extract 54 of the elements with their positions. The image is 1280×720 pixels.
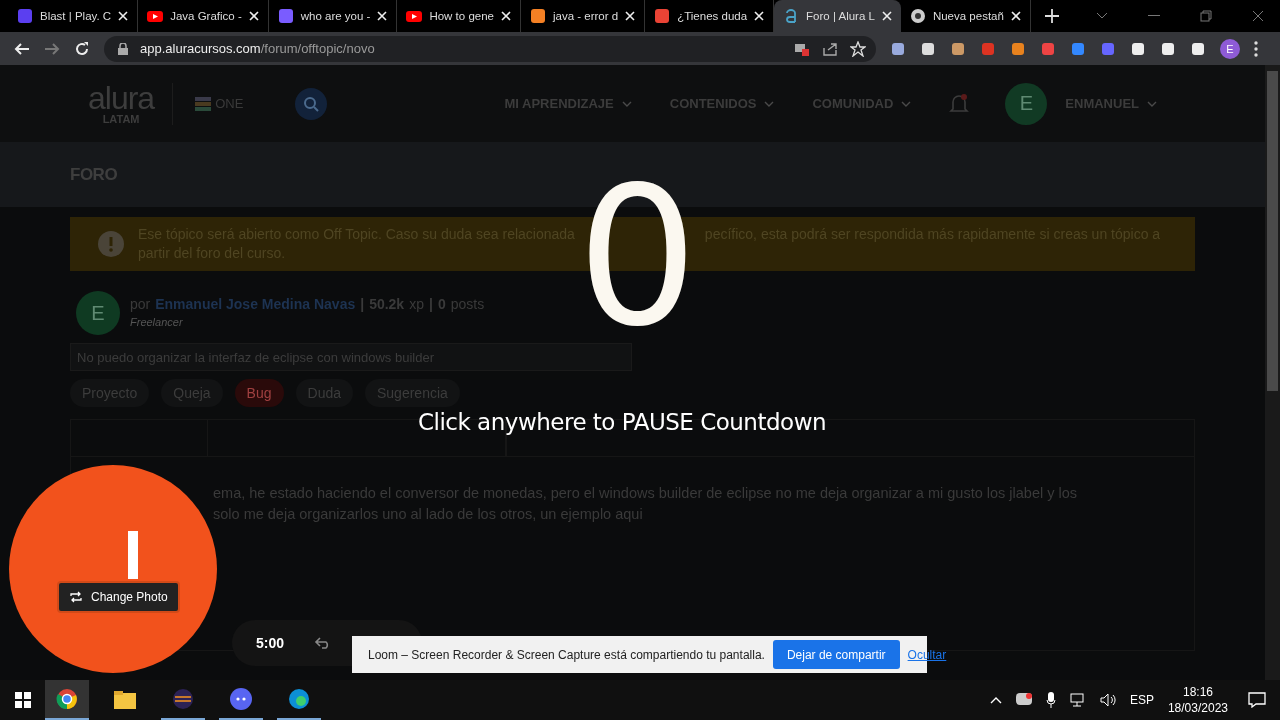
separator: | [360, 296, 365, 312]
site-icon [909, 8, 926, 24]
camera-off-icon[interactable] [794, 41, 810, 56]
microphone-icon[interactable] [1045, 692, 1056, 708]
restore-icon[interactable] [1200, 10, 1212, 22]
minimize-icon[interactable] [1148, 15, 1160, 17]
site-icon [530, 8, 546, 24]
separator: | [428, 296, 433, 312]
new-tab-icon[interactable] [1044, 9, 1059, 23]
change-photo-button[interactable]: Change Photo [57, 581, 180, 613]
lock-icon [118, 42, 128, 55]
swap-icon [69, 591, 83, 603]
countdown-number: 0 [577, 173, 698, 343]
warning-icon [98, 231, 124, 257]
address-bar[interactable]: app.aluracursos.com/forum/offtopic/novo [104, 35, 876, 62]
timer: 5:00 [256, 635, 285, 651]
chat-tray-icon[interactable] [1015, 693, 1032, 707]
network-icon[interactable] [1069, 693, 1086, 707]
notifications-icon[interactable] [1248, 692, 1266, 708]
play-icon [406, 8, 423, 24]
more-icon[interactable] [1254, 40, 1258, 57]
browser-tab[interactable]: Foro | Alura L [774, 0, 901, 32]
chevron-up-icon[interactable] [989, 696, 1002, 704]
site-icon [654, 8, 671, 24]
books-icon [195, 96, 212, 111]
back-icon[interactable] [14, 40, 30, 57]
clock-time[interactable]: 18:16 [1182, 684, 1213, 700]
stop-sharing-button[interactable]: Dejar de compartir [772, 640, 900, 669]
chevron-down-icon [764, 100, 775, 107]
chevron-down-icon [621, 100, 632, 107]
profile-avatar[interactable]: E [1220, 38, 1240, 59]
forward-icon[interactable] [44, 40, 60, 57]
author-avatar: E [76, 291, 120, 335]
language-indicator[interactable]: ESP [1129, 693, 1154, 707]
speaker-icon[interactable] [1099, 693, 1116, 707]
author-role: Freelancer [130, 316, 183, 328]
reload-icon[interactable] [74, 40, 90, 57]
search-icon [303, 95, 320, 112]
tag-chip[interactable]: Bug [234, 379, 284, 407]
browser-taskbar-icon[interactable] [45, 680, 89, 720]
star-icon[interactable] [850, 40, 866, 57]
play-icon [147, 8, 164, 24]
site-icon [277, 8, 294, 24]
clock-date[interactable]: 18/03/2023 [1167, 700, 1228, 716]
chevron-icon[interactable] [1096, 12, 1108, 20]
text-cursor-icon [128, 531, 138, 579]
search-button[interactable] [295, 87, 328, 120]
scrollbar[interactable] [1265, 65, 1280, 680]
share-icon[interactable] [822, 41, 838, 56]
user-avatar[interactable]: E [1005, 82, 1048, 125]
site-icon [17, 8, 33, 24]
chevron-down-icon [901, 100, 912, 107]
windows-icon[interactable] [15, 692, 31, 708]
chevron-down-icon [1147, 100, 1157, 107]
